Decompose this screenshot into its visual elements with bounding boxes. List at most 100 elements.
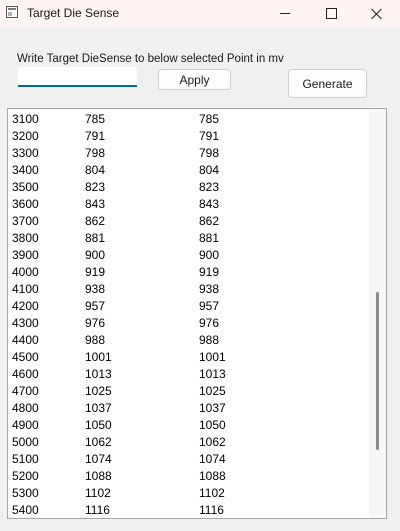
target-value-cell: 976 [199,316,220,330]
list-row[interactable]: 3600 843 843 [8,195,368,212]
measured-value-cell: 843 [85,197,106,211]
point-cell: 3500 [12,180,39,194]
measured-value-cell: 988 [85,333,106,347]
measured-value-cell: 1088 [85,469,112,483]
point-cell: 4400 [12,333,39,347]
list-row[interactable]: 3300 798 798 [8,144,368,161]
window-title: Target Die Sense [27,6,120,20]
minimize-icon [280,13,290,14]
point-cell: 4200 [12,299,39,313]
measured-value-cell: 900 [85,248,106,262]
target-value-cell: 1037 [199,401,226,415]
list-row[interactable]: 4000 919 919 [8,263,368,280]
point-cell: 3700 [12,214,39,228]
target-value-cell: 791 [199,129,220,143]
measured-value-cell: 1050 [85,418,112,432]
measured-value-cell: 938 [85,282,106,296]
target-value-input[interactable] [18,67,137,87]
measured-value-cell: 791 [85,129,106,143]
measured-value-cell: 881 [85,231,106,245]
target-value-cell: 862 [199,214,220,228]
list-row[interactable]: 5400 1116 1116 [8,501,368,518]
measured-value-cell: 785 [85,112,106,126]
generate-button[interactable]: Generate [288,69,367,98]
point-cell: 5400 [12,503,39,517]
point-cell: 5200 [12,469,39,483]
point-cell: 4600 [12,367,39,381]
target-value-cell: 988 [199,333,220,347]
list-row[interactable]: 3400 804 804 [8,161,368,178]
list-row[interactable]: 4600 1013 1013 [8,365,368,382]
target-value-cell: 785 [199,112,220,126]
list-row[interactable]: 4200 957 957 [8,297,368,314]
target-value-cell: 843 [199,197,220,211]
target-value-cell: 1116 [199,503,224,517]
list-row[interactable]: 5300 1102 1102 [8,484,368,501]
instruction-label: Write Target DieSense to below selected … [17,53,284,65]
target-value-cell: 1025 [199,384,226,398]
target-value-cell: 1074 [199,452,226,466]
app-window-icon [6,6,18,18]
target-value-cell: 938 [199,282,220,296]
point-cell: 3600 [12,197,39,211]
list-row[interactable]: 3500 823 823 [8,178,368,195]
point-cell: 4700 [12,384,39,398]
point-cell: 3100 [12,112,39,126]
target-value-cell: 1013 [199,367,226,381]
target-value-cell: 900 [199,248,220,262]
list-row[interactable]: 4800 1037 1037 [8,399,368,416]
point-cell: 5000 [12,435,39,449]
list-row[interactable]: 4700 1025 1025 [8,382,368,399]
measured-value-cell: 919 [85,265,106,279]
vertical-scrollbar[interactable] [369,109,386,518]
point-cell: 3900 [12,248,39,262]
list-row[interactable]: 3200 791 791 [8,127,368,144]
maximize-icon [325,8,337,19]
target-value-cell: 1088 [199,469,226,483]
point-cell: 5300 [12,486,39,500]
measured-value-cell: 823 [85,180,106,194]
list-row[interactable]: 4400 988 988 [8,331,368,348]
target-value-cell: 1050 [199,418,226,432]
list-row[interactable]: 3800 881 881 [8,229,368,246]
list-row[interactable]: 3900 900 900 [8,246,368,263]
list-row[interactable]: 4900 1050 1050 [8,416,368,433]
measured-value-cell: 1013 [85,367,112,381]
measured-value-cell: 1025 [85,384,112,398]
target-value-cell: 1102 [199,486,225,500]
list-row[interactable]: 4300 976 976 [8,314,368,331]
apply-button[interactable]: Apply [158,69,231,90]
measured-value-cell: 1001 [85,350,112,364]
point-cell: 3400 [12,163,39,177]
list-row[interactable]: 4500 1001 1001 [8,348,368,365]
close-icon [371,8,383,20]
close-button[interactable] [354,0,400,27]
measured-value-cell: 862 [85,214,106,228]
point-cell: 3200 [12,129,39,143]
list-row[interactable]: 4100 938 938 [8,280,368,297]
list-row[interactable]: 3700 862 862 [8,212,368,229]
list-row[interactable]: 5100 1074 1074 [8,450,368,467]
point-cell: 4900 [12,418,39,432]
list-row[interactable]: 3100 785 785 [8,110,368,127]
scrollbar-thumb[interactable] [376,292,379,450]
measured-value-cell: 1062 [85,435,112,449]
title-bar: Target Die Sense [0,0,400,27]
list-row[interactable]: 5200 1088 1088 [8,467,368,484]
measured-value-cell: 1074 [85,452,112,466]
point-cell: 5100 [12,452,39,466]
point-cell: 3300 [12,146,39,160]
minimize-button[interactable] [262,0,308,27]
list-row[interactable]: 5000 1062 1062 [8,433,368,450]
point-cell: 4000 [12,265,39,279]
measured-value-cell: 804 [85,163,106,177]
target-value-cell: 1062 [199,435,226,449]
target-value-cell: 1001 [199,350,226,364]
maximize-button[interactable] [308,0,354,27]
target-value-cell: 881 [199,231,220,245]
measured-value-cell: 1037 [85,401,112,415]
measured-value-cell: 1102 [85,486,111,500]
measured-value-cell: 798 [85,146,106,160]
values-list[interactable]: 5400 1116 1116 5300 1102 1102 5200 1088 1088 5100… [7,108,387,519]
point-cell: 3800 [12,231,39,245]
